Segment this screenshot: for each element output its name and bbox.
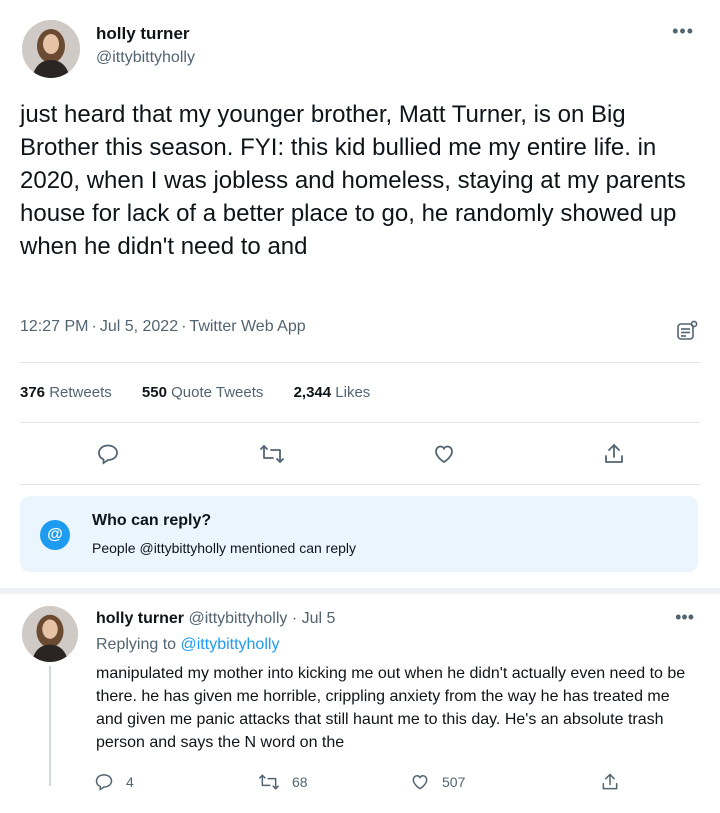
who-can-reply-panel: @ Who can reply? People @ittybittyholly … <box>20 496 698 572</box>
tweet-time[interactable]: 12:27 PM <box>20 318 88 335</box>
reply-icon[interactable] <box>94 440 122 468</box>
reply-tweet[interactable]: holly turner @ittybittyholly · Jul 5 •••… <box>0 594 720 813</box>
who-can-reply-title: Who can reply? <box>92 512 212 529</box>
replying-to: Replying to @ittybittyholly <box>96 636 280 653</box>
retweet-count: 68 <box>292 774 308 790</box>
quote-tweets-stat[interactable]: 550 Quote Tweets <box>142 384 263 401</box>
at-icon: @ <box>40 520 70 550</box>
main-tweet: holly turner @ittybittyholly ••• just he… <box>0 0 720 588</box>
retweet-icon[interactable] <box>258 440 286 468</box>
author-name[interactable]: holly turner <box>96 24 190 44</box>
like-icon <box>412 774 428 790</box>
who-can-reply-subtitle: People @ittybittyholly mentioned can rep… <box>92 540 357 556</box>
share-icon[interactable] <box>600 440 628 468</box>
share-button[interactable] <box>600 772 632 792</box>
reply-icon <box>95 774 113 791</box>
reply-author-handle[interactable]: @ittybittyholly <box>188 610 287 627</box>
divider <box>20 422 700 423</box>
tweet-stats: 376 Retweets 550 Quote Tweets 2,344 Like… <box>20 384 396 401</box>
like-icon[interactable] <box>430 440 458 468</box>
retweets-stat[interactable]: 376 Retweets <box>20 384 112 401</box>
retweet-icon <box>259 774 279 790</box>
likes-stat[interactable]: 2,344 Likes <box>294 384 371 401</box>
reply-count: 4 <box>126 774 134 790</box>
avatar[interactable] <box>22 606 78 662</box>
thread-line <box>49 666 51 786</box>
avatar[interactable] <box>22 20 80 78</box>
more-icon[interactable]: ••• <box>675 608 694 626</box>
author-handle[interactable]: @ittybittyholly <box>96 49 195 67</box>
like-button[interactable]: 507 <box>410 772 465 792</box>
share-icon <box>602 773 618 790</box>
reply-header: holly turner @ittybittyholly · Jul 5 <box>96 610 336 627</box>
tweet-source[interactable]: Twitter Web App <box>189 318 305 335</box>
label-icon[interactable] <box>676 320 698 342</box>
reply-text: manipulated my mother into kicking me ou… <box>96 665 686 751</box>
replying-to-mention[interactable]: @ittybittyholly <box>181 636 280 653</box>
tweet-meta: 12:27 PM · Jul 5, 2022 · Twitter Web App <box>20 318 306 335</box>
reply-date[interactable]: Jul 5 <box>302 610 336 627</box>
reply-author-name[interactable]: holly turner <box>96 610 184 627</box>
like-count: 507 <box>442 774 466 790</box>
tweet-text: just heard that my younger brother, Matt… <box>20 101 686 260</box>
reply-button[interactable]: 4 <box>94 772 134 792</box>
retweet-button[interactable]: 68 <box>258 772 308 792</box>
divider <box>20 362 700 363</box>
divider <box>20 484 700 485</box>
tweet-date[interactable]: Jul 5, 2022 <box>100 318 178 335</box>
more-icon[interactable]: ••• <box>672 22 694 40</box>
